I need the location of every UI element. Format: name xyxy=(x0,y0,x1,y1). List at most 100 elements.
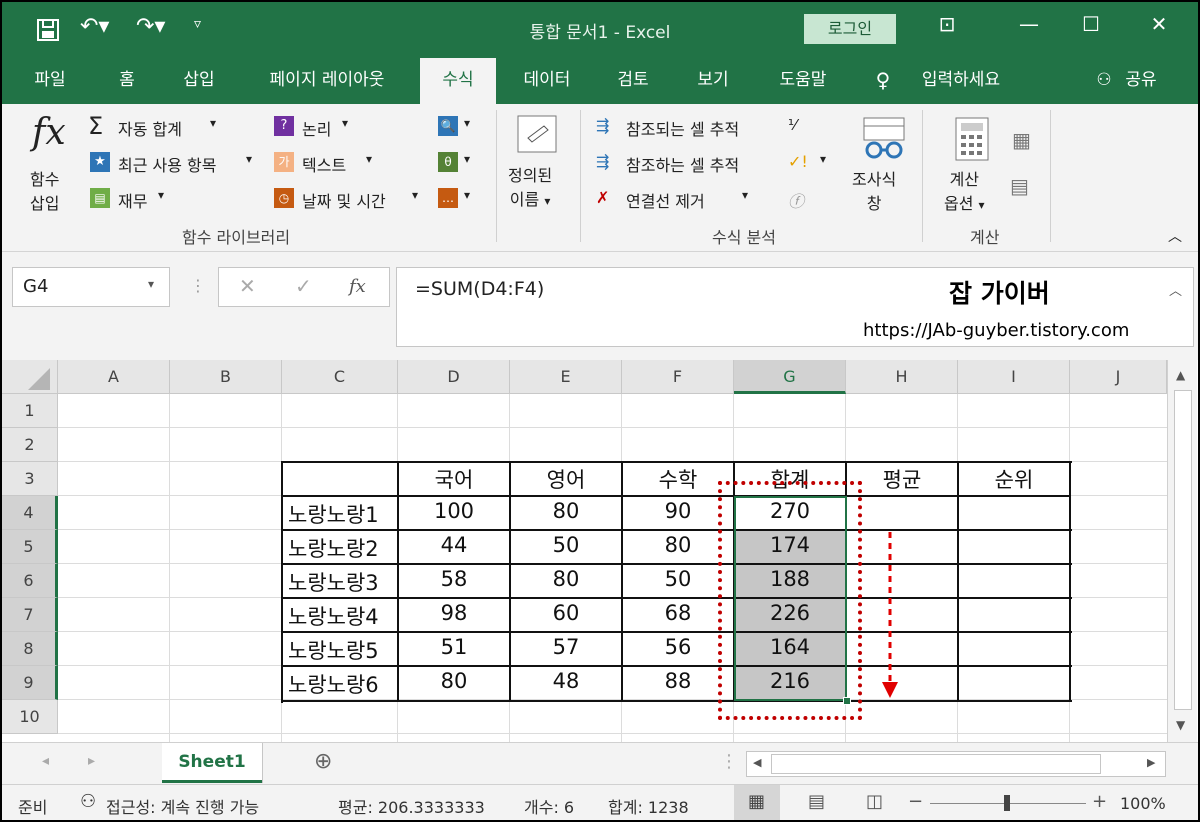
column-header-h[interactable]: H xyxy=(846,360,958,394)
page-layout-view-icon[interactable]: ▤ xyxy=(808,791,825,812)
row-header-9[interactable]: 9 xyxy=(2,666,58,700)
chevron-down-icon[interactable]: ▾ xyxy=(246,152,252,166)
scroll-down-icon[interactable]: ▼ xyxy=(1176,718,1185,732)
chevron-down-icon[interactable]: ▾ xyxy=(464,188,470,202)
remove-arrows-button[interactable]: 연결선 제거 xyxy=(626,188,705,212)
calculator-icon[interactable] xyxy=(954,116,990,162)
scroll-right-icon[interactable]: ▶ xyxy=(1147,756,1155,769)
prev-sheet-icon[interactable]: ◂ xyxy=(42,753,49,769)
collapse-formula-bar-icon[interactable]: ︿ xyxy=(1169,280,1182,299)
defined-names-icon[interactable] xyxy=(514,112,560,158)
cell-english[interactable]: 60 xyxy=(510,601,622,625)
status-accessibility[interactable]: 접근성: 계속 진행 가능 xyxy=(106,794,259,818)
calculate-sheet-icon[interactable]: ▤ xyxy=(1010,174,1029,198)
chevron-down-icon[interactable]: ▾ xyxy=(412,188,418,202)
cell-name[interactable]: 노랑노랑6 xyxy=(284,669,400,699)
chevron-down-icon[interactable]: ▾ xyxy=(148,277,154,291)
column-header-i[interactable]: I xyxy=(958,360,1070,394)
close-icon[interactable]: ✕ xyxy=(1144,12,1174,36)
cell-name[interactable]: 노랑노랑1 xyxy=(284,499,400,529)
evaluate-formula-icon[interactable]: ⓕ xyxy=(788,188,804,212)
tab-review[interactable]: 검토 xyxy=(600,58,666,104)
column-header-j[interactable]: J xyxy=(1070,360,1167,394)
name-box[interactable]: G4 xyxy=(12,267,170,307)
insert-function-button[interactable]: 함수 삽입 xyxy=(30,168,59,216)
cell-name[interactable]: 노랑노랑4 xyxy=(284,601,400,631)
cell-english[interactable]: 80 xyxy=(510,567,622,591)
recent-used-button[interactable]: 최근 사용 항목 xyxy=(118,152,217,176)
calculate-now-icon[interactable]: ▦ xyxy=(1012,128,1031,152)
cell-english[interactable]: 48 xyxy=(510,669,622,693)
header-rank[interactable]: 순위 xyxy=(958,464,1070,494)
maximize-icon[interactable]: ☐ xyxy=(1076,12,1106,36)
column-header-d[interactable]: D xyxy=(398,360,510,394)
tab-home[interactable]: 홈 xyxy=(102,58,152,104)
zoom-out-icon[interactable]: − xyxy=(908,791,923,812)
row-header-2[interactable]: 2 xyxy=(2,428,58,462)
trace-precedents-button[interactable]: 참조되는 셀 추적 xyxy=(626,116,739,140)
header-english[interactable]: 영어 xyxy=(510,464,622,494)
chevron-down-icon[interactable]: ▾ xyxy=(742,188,748,202)
column-header-a[interactable]: A xyxy=(58,360,170,394)
horizontal-scrollbar[interactable]: ◀ ▶ xyxy=(746,751,1166,777)
column-header-e[interactable]: E xyxy=(510,360,622,394)
cell-english[interactable]: 57 xyxy=(510,635,622,659)
tab-page-layout[interactable]: 페이지 레이아웃 xyxy=(246,58,408,104)
text-button[interactable]: 텍스트 xyxy=(302,152,346,176)
row-header-4[interactable]: 4 xyxy=(2,496,58,530)
zoom-slider-thumb[interactable] xyxy=(1004,795,1010,811)
column-header-g[interactable]: G xyxy=(734,360,846,394)
header-korean[interactable]: 국어 xyxy=(398,464,510,494)
cell-korean[interactable]: 98 xyxy=(398,601,510,625)
column-header-c[interactable]: C xyxy=(282,360,398,394)
cell-korean[interactable]: 80 xyxy=(398,669,510,693)
logic-button[interactable]: 논리 xyxy=(302,116,331,140)
tab-formulas[interactable]: 수식 xyxy=(420,58,496,104)
enter-check-icon[interactable]: ✓ xyxy=(295,274,312,298)
chevron-down-icon[interactable]: ▾ xyxy=(158,188,164,202)
chevron-down-icon[interactable]: ▾ xyxy=(464,116,470,130)
cell-name[interactable]: 노랑노랑2 xyxy=(284,533,400,563)
finance-button[interactable]: 재무 xyxy=(118,188,147,212)
tab-data[interactable]: 데이터 xyxy=(510,58,584,104)
zoom-level[interactable]: 100% xyxy=(1120,794,1166,813)
page-break-view-icon[interactable]: ◫ xyxy=(866,791,883,812)
trace-dependents-button[interactable]: 참조하는 셀 추적 xyxy=(626,152,739,176)
watch-window-button[interactable]: 조사식 창 xyxy=(852,168,896,216)
scroll-left-icon[interactable]: ◀ xyxy=(753,756,761,769)
row-header-7[interactable]: 7 xyxy=(2,598,58,632)
scroll-up-icon[interactable]: ▲ xyxy=(1176,368,1185,382)
chevron-down-icon[interactable]: ▾ xyxy=(820,152,826,166)
column-header-f[interactable]: F xyxy=(622,360,734,394)
cancel-icon[interactable]: ✕ xyxy=(239,274,256,298)
vertical-scrollbar[interactable]: ▲ ▼ xyxy=(1167,360,1197,742)
share-button[interactable]: 공유 xyxy=(1116,58,1166,104)
login-button[interactable]: 로그인 xyxy=(804,14,896,44)
row-header-3[interactable]: 3 xyxy=(2,462,58,496)
worksheet-grid[interactable]: A B C D E F G H I J 1 2 3 4 5 6 7 8 9 10 xyxy=(2,360,1197,742)
header-average[interactable]: 평균 xyxy=(846,464,958,494)
row-header-1[interactable]: 1 xyxy=(2,394,58,428)
chevron-down-icon[interactable]: ▾ xyxy=(342,116,348,130)
scrollbar-thumb[interactable] xyxy=(1174,390,1192,710)
insert-function-fx-icon[interactable]: fx xyxy=(349,276,366,297)
share-icon[interactable]: ⚇ xyxy=(1092,58,1116,104)
chevron-down-icon[interactable]: ▾ xyxy=(464,152,470,166)
cell-name[interactable]: 노랑노랑5 xyxy=(284,635,400,665)
show-formulas-icon[interactable]: ⅟ xyxy=(788,116,797,134)
lookup-reference-icon[interactable]: 🔍 xyxy=(438,116,458,136)
autosum-button[interactable]: 자동 합계 xyxy=(118,116,182,140)
formula-input[interactable]: =SUM(D4:F4) 잡 가이버 https://JAb-guyber.tis… xyxy=(396,267,1194,347)
accessibility-icon[interactable]: ⚇ xyxy=(80,791,96,812)
sheet-tab-sheet1[interactable]: Sheet1 xyxy=(162,743,262,783)
row-header-8[interactable]: 8 xyxy=(2,632,58,666)
ribbon-display-icon[interactable]: ⊡ xyxy=(932,12,962,36)
calc-options-button[interactable]: 계산 옵션 ▾ xyxy=(944,168,985,217)
tab-file[interactable]: 파일 xyxy=(20,58,80,104)
more-functions-icon[interactable]: … xyxy=(438,188,458,208)
minimize-icon[interactable]: — xyxy=(1014,12,1044,36)
chevron-down-icon[interactable]: ▾ xyxy=(366,152,372,166)
cell-korean[interactable]: 100 xyxy=(398,499,510,523)
tab-help[interactable]: 도움말 xyxy=(762,58,844,104)
normal-view-button[interactable]: ▦ xyxy=(734,785,780,820)
